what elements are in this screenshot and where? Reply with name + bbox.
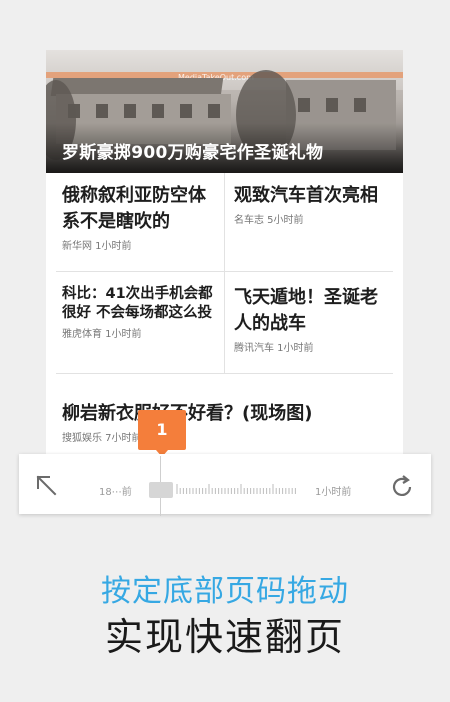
article-title: 俄称叙利亚防空体系不是瞎吹的 bbox=[62, 185, 206, 232]
hero-title: 罗斯豪掷900万购豪宅作圣诞礼物 bbox=[62, 143, 324, 163]
list-item[interactable]: 科比：41次出手机会都很好 不会每场都这么投 雅虎体育 1小时前 bbox=[62, 285, 222, 340]
scrub-end-label: 1小时前 bbox=[315, 487, 352, 498]
article-title: 科比：41次出手机会都很好 不会每场都这么投 bbox=[62, 286, 213, 321]
page-number-badge: 1 bbox=[138, 410, 186, 450]
list-item[interactable]: 柳岩新衣服好不好看？(现场图) 搜狐娱乐 7小时前 bbox=[62, 401, 392, 444]
article-title: 柳岩新衣服好不好看？(现场图) bbox=[62, 403, 313, 424]
scrub-start-label: 18⋯前 bbox=[99, 487, 132, 498]
list-item[interactable]: 飞天遁地！圣诞老人的战车 腾讯汽车 1小时前 bbox=[234, 285, 394, 354]
refresh-icon[interactable] bbox=[389, 474, 415, 500]
screen: { "hero": { "watermark": "MediaTakeOut.c… bbox=[0, 0, 450, 702]
grid-divider bbox=[224, 173, 225, 373]
article-source: 新华网 1小时前 bbox=[62, 241, 132, 252]
article-title: 观致汽车首次亮相 bbox=[234, 185, 378, 206]
article-source: 名车志 5小时前 bbox=[234, 215, 304, 226]
caption-line-1: 按定底部页码拖动 bbox=[101, 574, 349, 609]
article-source: 雅虎体育 1小时前 bbox=[62, 329, 142, 340]
news-feed-card: MediaTakeOut.com 罗斯豪掷900万购豪宅作圣诞礼物 俄称叙利亚防… bbox=[46, 50, 403, 470]
grid-divider bbox=[56, 373, 393, 374]
grid-divider bbox=[56, 271, 393, 272]
page-scrub-toolbar: 18⋯前 1小时前 bbox=[19, 454, 431, 516]
list-item[interactable]: 观致汽车首次亮相 名车志 5小时前 bbox=[234, 183, 394, 226]
page-scrub-thumb[interactable] bbox=[149, 482, 173, 498]
list-item[interactable]: 俄称叙利亚防空体系不是瞎吹的 新华网 1小时前 bbox=[62, 183, 222, 252]
article-source: 搜狐娱乐 7小时前 bbox=[62, 433, 142, 444]
caption-line-2: 实现快速翻页 bbox=[104, 615, 345, 659]
arrow-up-left-icon[interactable] bbox=[33, 472, 59, 498]
hero-article[interactable]: MediaTakeOut.com 罗斯豪掷900万购豪宅作圣诞礼物 bbox=[46, 50, 403, 173]
article-source: 腾讯汽车 1小时前 bbox=[234, 343, 314, 354]
article-title: 飞天遁地！圣诞老人的战车 bbox=[234, 287, 378, 334]
